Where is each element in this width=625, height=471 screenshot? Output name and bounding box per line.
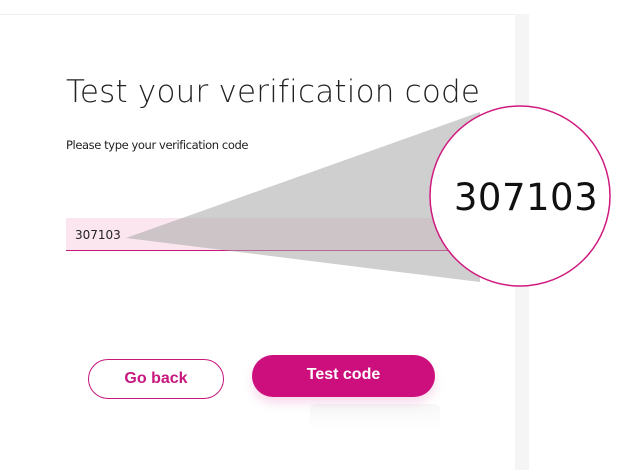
magnifier-callout: [126, 105, 611, 287]
test-code-button[interactable]: Test code: [252, 355, 435, 397]
button-shadow: [310, 404, 440, 430]
magnifier-cone: [126, 112, 480, 282]
go-back-button[interactable]: Go back: [88, 359, 224, 399]
magnified-code-text: 307103: [453, 176, 599, 219]
